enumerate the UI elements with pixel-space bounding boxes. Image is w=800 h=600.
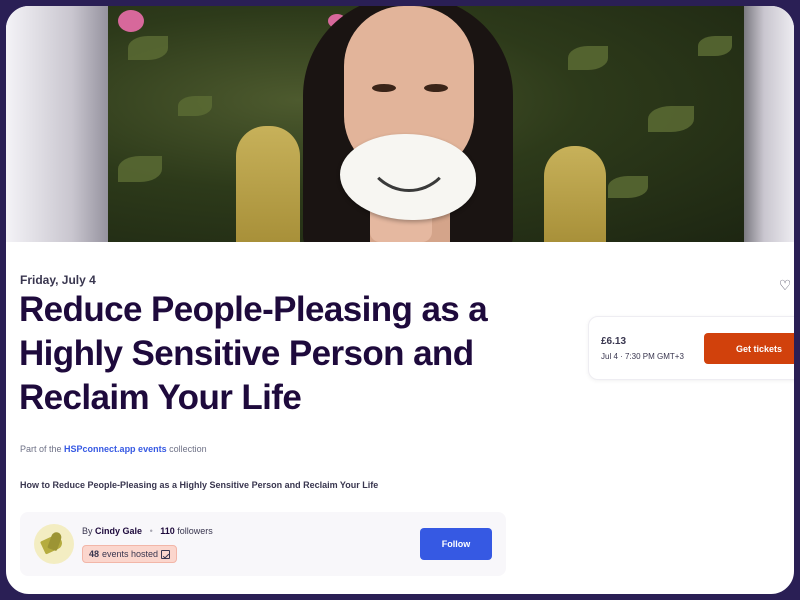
hero-blur-right: [740, 6, 794, 242]
heart-icon[interactable]: ♡: [776, 276, 794, 294]
events-hosted-badge: 48 events hosted: [82, 545, 178, 563]
avatar[interactable]: [34, 524, 74, 564]
event-title: Reduce People-Pleasing as a Highly Sensi…: [19, 290, 488, 417]
page-frame: Friday, July 4 Reduce People-Pleasing as…: [3, 3, 797, 597]
organizer-card: By Cindy Gale • 110 followers 48 events …: [20, 512, 506, 576]
ticket-card: £6.13 Jul 4 · 7:30 PM GMT+3 Get tickets: [588, 316, 794, 380]
organizer-name[interactable]: Cindy Gale: [95, 526, 142, 536]
event-summary: How to Reduce People-Pleasing as a Highl…: [20, 480, 379, 490]
event-date: Friday, July 4: [20, 273, 96, 287]
collection-prefix: Part of the: [20, 444, 62, 454]
ticket-date-time: Jul 4 · 7:30 PM GMT+3: [601, 352, 684, 361]
organizer-line: By Cindy Gale • 110 followers: [82, 526, 213, 536]
event-hero-banner: [6, 6, 794, 242]
follow-button[interactable]: Follow: [420, 528, 492, 560]
followers-count: 110: [160, 526, 175, 536]
organizer-by-label: By: [82, 526, 93, 536]
followers-label: followers: [177, 526, 213, 536]
events-label: events hosted: [102, 549, 159, 559]
get-tickets-button[interactable]: Get tickets: [704, 333, 794, 364]
events-count: 48: [89, 549, 100, 559]
ticket-price: £6.13: [601, 336, 627, 347]
event-banner-photo: [108, 6, 744, 242]
collection-line: Part of the HSPconnect.app events collec…: [20, 444, 207, 454]
hero-blur-left: [6, 6, 116, 242]
collection-suffix: collection: [169, 444, 207, 454]
collection-link[interactable]: HSPconnect.app events: [64, 444, 167, 454]
checkbox-icon: [161, 549, 171, 559]
